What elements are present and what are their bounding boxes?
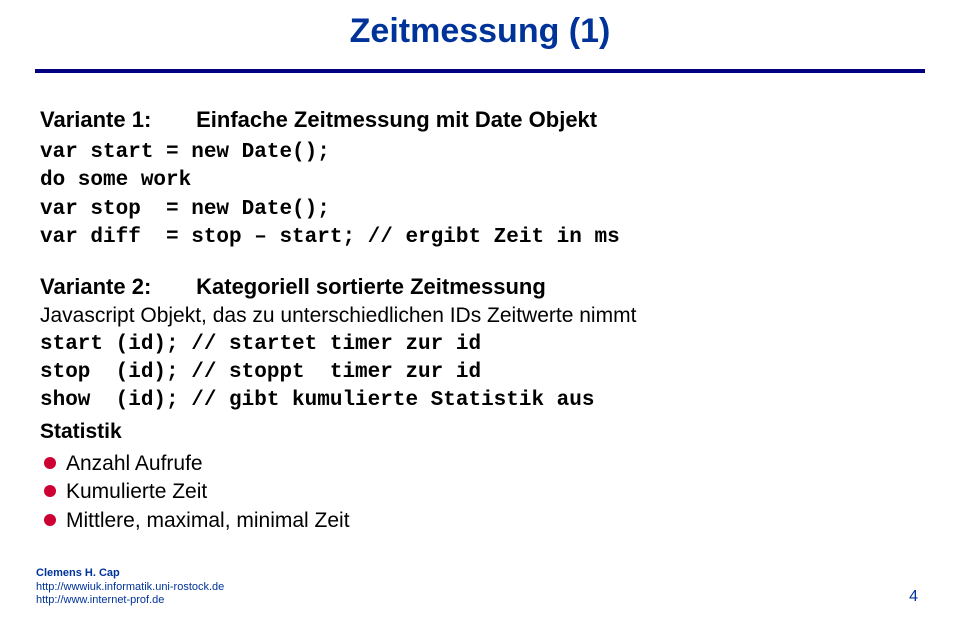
footer: Clemens H. Cap http://wwwiuk.informatik.… bbox=[36, 567, 224, 608]
slide-title: Zeitmessung (1) bbox=[0, 0, 960, 51]
slide: Zeitmessung (1) Variante 1: Einfache Zei… bbox=[0, 0, 960, 624]
list-item: Mittlere, maximal, minimal Zeit bbox=[40, 507, 900, 535]
variant2-desc: Kategoriell sortierte Zeitmessung bbox=[196, 274, 546, 299]
variant2-code: start (id); // startet timer zur id stop… bbox=[40, 331, 900, 416]
variant2-label: Variante 2: bbox=[40, 274, 190, 300]
list-item: Kumulierte Zeit bbox=[40, 478, 900, 506]
variant1-row: Variante 1: Einfache Zeitmessung mit Dat… bbox=[40, 107, 900, 133]
variant1-label: Variante 1: bbox=[40, 107, 190, 133]
variant1-code: var start = new Date(); do some work var… bbox=[40, 139, 900, 252]
footer-link2: http://www.internet-prof.de bbox=[36, 594, 224, 608]
page-number: 4 bbox=[909, 588, 918, 606]
variant1-desc: Einfache Zeitmessung mit Date Objekt bbox=[196, 107, 597, 132]
list-item: Anzahl Aufrufe bbox=[40, 450, 900, 478]
stats-list: Anzahl Aufrufe Kumulierte Zeit Mittlere,… bbox=[40, 450, 900, 535]
footer-link1: http://wwwiuk.informatik.uni-rostock.de bbox=[36, 581, 224, 595]
slide-content: Variante 1: Einfache Zeitmessung mit Dat… bbox=[0, 73, 960, 535]
variant2-body: Javascript Objekt, das zu unterschiedlic… bbox=[40, 302, 900, 330]
stats-heading: Statistik bbox=[40, 418, 900, 446]
variant2-row: Variante 2: Kategoriell sortierte Zeitme… bbox=[40, 274, 900, 300]
footer-author: Clemens H. Cap bbox=[36, 567, 224, 581]
